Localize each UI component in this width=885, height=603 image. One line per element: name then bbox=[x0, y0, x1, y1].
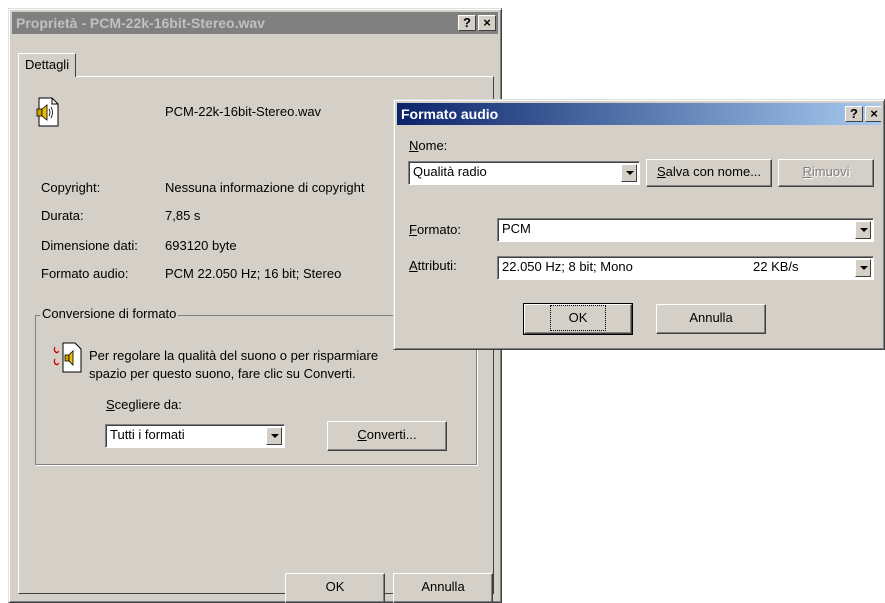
attributes-rate: 22 KB/s bbox=[753, 259, 799, 274]
copyright-value: Nessuna informazione di copyright bbox=[165, 180, 365, 195]
ok-button[interactable]: OK bbox=[285, 573, 385, 603]
choose-from-label: Scegliere da: bbox=[106, 397, 182, 412]
name-dropdown[interactable]: Qualità radio bbox=[408, 161, 640, 185]
duration-label: Durata: bbox=[41, 208, 84, 223]
attributes-label: Attributi: bbox=[409, 258, 457, 273]
conversion-description-2: spazio per questo suono, fare clic su Co… bbox=[89, 366, 356, 381]
name-label: Nome: bbox=[409, 138, 448, 153]
format-conversion-title: Conversione di formato bbox=[40, 306, 179, 321]
dropdown-arrow-icon[interactable] bbox=[855, 221, 871, 239]
remove-button[interactable]: Rimuovi bbox=[778, 159, 874, 187]
ok-button[interactable]: OK bbox=[523, 303, 633, 335]
save-as-button[interactable]: Salva con nome... bbox=[646, 159, 772, 187]
properties-title-bar[interactable]: Proprietà - PCM-22k-16bit-Stereo.wav ? × bbox=[12, 12, 498, 34]
audio-format-title: Formato audio bbox=[401, 106, 499, 122]
tab-details[interactable]: Dettagli bbox=[18, 53, 77, 77]
data-size-value: 693120 byte bbox=[165, 238, 237, 253]
data-size-label: Dimensione dati: bbox=[41, 238, 138, 253]
dropdown-arrow-icon[interactable] bbox=[855, 259, 871, 277]
audio-format-label: Formato audio: bbox=[41, 266, 129, 281]
dropdown-arrow-icon[interactable] bbox=[266, 427, 282, 445]
properties-title: Proprietà - PCM-22k-16bit-Stereo.wav bbox=[16, 15, 265, 31]
help-button[interactable]: ? bbox=[458, 15, 476, 31]
dropdown-arrow-icon[interactable] bbox=[621, 164, 637, 182]
choose-from-value: Tutti i formati bbox=[110, 427, 185, 442]
format-label: Formato: bbox=[409, 222, 462, 237]
convert-button[interactable]: Converti... bbox=[327, 421, 447, 451]
attributes-value: 22.050 Hz; 8 bit; Mono bbox=[502, 259, 633, 274]
name-value: Qualità radio bbox=[413, 164, 487, 179]
close-button[interactable]: × bbox=[865, 106, 881, 122]
duration-value: 7,85 s bbox=[165, 208, 201, 223]
choose-from-dropdown[interactable]: Tutti i formati bbox=[105, 424, 285, 448]
sound-file-icon bbox=[35, 97, 61, 127]
close-button[interactable]: × bbox=[478, 15, 496, 31]
format-dropdown[interactable]: PCM bbox=[497, 218, 874, 242]
convert-sound-icon bbox=[53, 341, 83, 373]
help-button[interactable]: ? bbox=[845, 106, 863, 122]
audio-format-dialog: Formato audio ? × Nome: Qualità radio Sa… bbox=[393, 99, 885, 350]
attributes-dropdown[interactable]: 22.050 Hz; 8 bit; Mono 22 KB/s bbox=[497, 256, 874, 280]
conversion-description-1: Per regolare la qualità del suono o per … bbox=[89, 348, 379, 363]
audio-format-value: PCM 22.050 Hz; 16 bit; Stereo bbox=[165, 266, 342, 281]
cancel-button[interactable]: Annulla bbox=[656, 304, 766, 334]
cancel-button[interactable]: Annulla bbox=[393, 573, 493, 603]
file-name: PCM-22k-16bit-Stereo.wav bbox=[165, 104, 322, 119]
copyright-label: Copyright: bbox=[41, 180, 101, 195]
format-value: PCM bbox=[502, 221, 531, 236]
audio-format-title-bar[interactable]: Formato audio ? × bbox=[397, 103, 881, 125]
